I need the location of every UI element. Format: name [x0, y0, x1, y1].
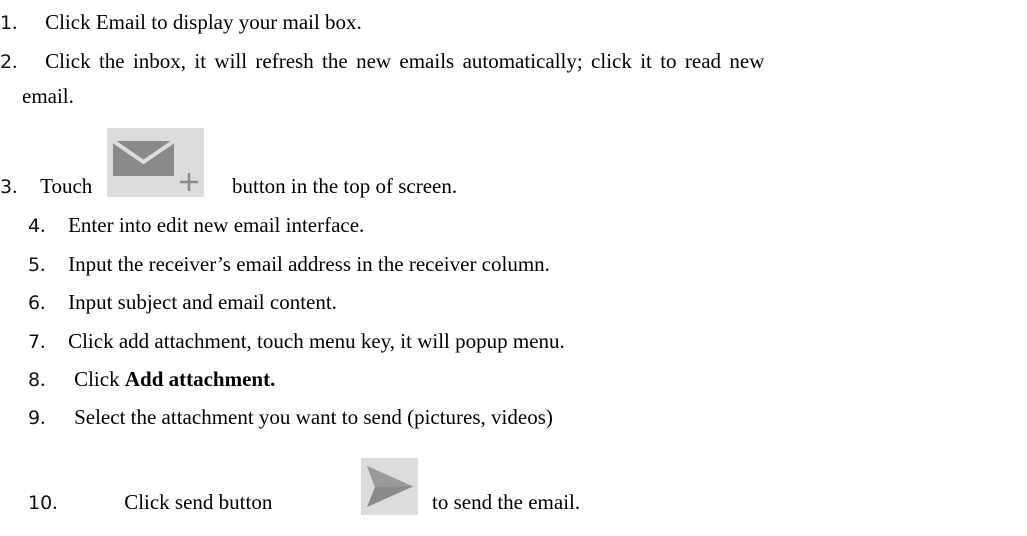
compose-email-icon	[107, 128, 204, 197]
step-2-continuation: email.	[22, 84, 74, 108]
step-text: Input subject and email content.	[68, 290, 337, 314]
step-number: 1	[0, 12, 13, 34]
step-separator: .	[40, 405, 46, 429]
instruction-document: 1. Click Email to display your mail box. …	[0, 0, 1027, 536]
step-3-trailing: button in the top of screen.	[232, 174, 457, 198]
step-number: 10	[28, 492, 53, 514]
step-separator: .	[12, 49, 18, 73]
step-text: email.	[22, 84, 74, 108]
step-10-trailing: to send the email.	[432, 490, 580, 514]
step-text: Click	[74, 367, 125, 391]
step-number: 5	[28, 254, 41, 276]
step-number: 8	[28, 369, 41, 391]
step-separator: .	[12, 174, 18, 198]
step-text: Touch	[40, 174, 93, 198]
step-text: button in the top of screen.	[232, 174, 458, 198]
step-number: 6	[28, 292, 41, 314]
step-number: 9	[28, 407, 41, 429]
step-3: 3. Touch	[0, 174, 92, 199]
step-text: Click add attachment, touch menu key, it…	[68, 329, 565, 353]
send-icon	[361, 458, 418, 515]
step-separator: .	[40, 252, 46, 276]
step-number: 7	[28, 331, 41, 353]
step-number: 4	[28, 215, 41, 237]
step-text: Click the inbox, it will refresh the new…	[45, 49, 765, 73]
step-5: 5. Input the receiver’s email address in …	[28, 252, 550, 277]
step-text: Enter into edit new email interface.	[68, 213, 365, 237]
step-1: 1. Click Email to display your mail box.	[0, 10, 362, 35]
step-text: Select the attachment you want to send (…	[74, 405, 553, 429]
step-number: 2	[0, 51, 13, 73]
step-6: 6. Input subject and email content.	[28, 290, 337, 315]
step-7: 7. Click add attachment, touch menu key, …	[28, 329, 565, 354]
step-separator: .	[52, 490, 58, 514]
step-9: 9. Select the attachment you want to send…	[28, 405, 553, 430]
step-4: 4. Enter into edit new email interface.	[28, 213, 364, 238]
step-text: Input the receiver’s email address in th…	[68, 252, 550, 276]
step-text-bold: Add attachment.	[124, 367, 276, 391]
step-10: 10. Click send button	[28, 490, 272, 515]
step-text: to send the email.	[432, 490, 581, 514]
step-separator: .	[40, 367, 46, 391]
step-separator: .	[40, 290, 46, 314]
step-number: 3	[0, 176, 13, 198]
step-2: 2. Click the inbox, it will refresh the n…	[0, 49, 764, 74]
step-text: Click send button	[124, 490, 273, 514]
step-separator: .	[40, 329, 46, 353]
step-8: 8. Click Add attachment.	[28, 367, 275, 392]
step-separator: .	[40, 213, 46, 237]
step-text: Click Email to display your mail box.	[45, 10, 362, 34]
step-separator: .	[12, 10, 18, 34]
